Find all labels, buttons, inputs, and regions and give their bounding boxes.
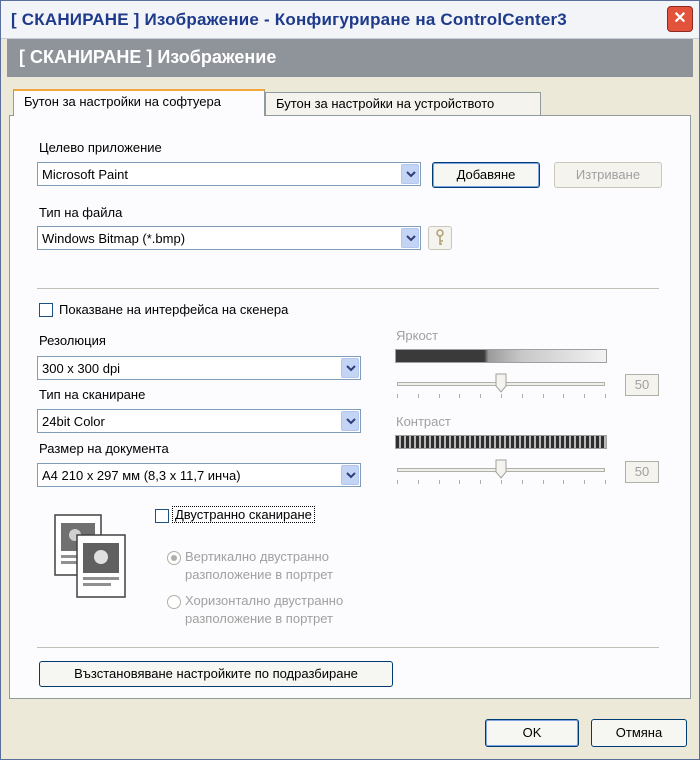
slider-tick [542,394,544,398]
chevron-down-icon[interactable] [401,164,419,184]
slider-tick [584,394,586,398]
tab-software-settings[interactable]: Бутон за настройки на софтуера [13,89,265,116]
slider-tick [480,394,482,398]
brightness-label: Яркост [396,328,439,343]
slider-tick [397,394,398,398]
show-scanner-interface-checkbox[interactable] [39,303,53,317]
target-app-select[interactable]: Microsoft Paint [37,162,421,186]
duplex-horizontal-radio[interactable] [167,595,181,609]
header-strip: [ СКАНИРАНЕ ] Изображение [7,39,693,77]
brightness-slider-thumb[interactable] [495,373,507,393]
dialog-window: [ СКАНИРАНЕ ] Изображение - Конфигуриран… [0,0,700,760]
slider-tick [563,394,565,398]
duplex-vertical-radio[interactable] [167,551,181,565]
duplex-scan-checkbox[interactable] [155,509,169,523]
document-size-select[interactable]: A4 210 x 297 мм (8,3 x 11,7 инча) [37,463,361,487]
duplex-horizontal-line1: Хоризонтално двустранно [185,593,344,608]
slider-tick [459,480,461,484]
title-bar[interactable]: [ СКАНИРАНЕ ] Изображение - Конфигуриран… [1,1,699,39]
tab-panel [9,115,691,699]
document-size-value: A4 210 x 297 мм (8,3 x 11,7 инча) [42,468,241,483]
tab-label: Бутон за настройки на устройството [276,96,495,111]
key-icon[interactable] [428,226,452,250]
slider-tick [438,394,440,398]
contrast-value[interactable]: 50 [625,461,659,483]
resolution-value: 300 x 300 dpi [42,361,121,376]
delete-button[interactable]: Изтриване [554,162,662,188]
slider-tick [542,480,544,484]
tab-device-settings[interactable]: Бутон за настройки на устройството [265,92,541,116]
show-scanner-interface-label: Показване на интерфейса на скенера [59,302,289,317]
resolution-select[interactable]: 300 x 300 dpi [37,356,361,380]
cancel-button[interactable]: Отмяна [591,719,687,747]
chevron-down-icon[interactable] [401,228,419,248]
slider-tick [417,394,419,398]
slider-tick [584,480,586,484]
resolution-label: Резолюция [39,333,106,348]
slider-tick [480,480,482,484]
slider-tick [501,480,502,484]
slider-tick [563,480,565,484]
slider-tick [438,480,440,484]
file-type-select[interactable]: Windows Bitmap (*.bmp) [37,226,421,250]
chevron-down-icon[interactable] [341,465,359,485]
header-title: [ СКАНИРАНЕ ] Изображение [19,47,277,67]
duplex-vertical-line2: разположение в портрет [185,567,333,582]
restore-defaults-button[interactable]: Възстановяване настройките по подразбира… [39,661,393,687]
scan-type-value: 24bit Color [42,414,105,429]
slider-tick [521,480,523,484]
contrast-label: Контраст [396,414,451,429]
scan-type-select[interactable]: 24bit Color [37,409,361,433]
ok-button[interactable]: OK [485,719,579,747]
brightness-preview-bar [395,349,607,363]
tab-label: Бутон за настройки на софтуера [24,94,221,109]
target-app-value: Microsoft Paint [42,167,128,182]
slider-tick [501,394,502,398]
duplex-pages-icon [54,514,126,598]
duplex-vertical-line1: Вертикално двустранно [185,549,329,564]
slider-tick [459,394,461,398]
slider-tick [605,394,606,398]
chevron-down-icon[interactable] [341,411,359,431]
file-type-label: Тип на файла [39,205,123,220]
chevron-down-icon[interactable] [341,358,359,378]
separator [37,647,659,648]
contrast-slider-thumb[interactable] [495,459,507,479]
file-type-value: Windows Bitmap (*.bmp) [42,231,186,246]
add-button[interactable]: Добавяне [432,162,540,188]
duplex-horizontal-line2: разположение в портрет [185,611,333,626]
close-icon[interactable]: ✕ [667,6,693,32]
document-size-label: Размер на документа [39,441,169,456]
scan-type-label: Тип на сканиране [39,387,146,402]
duplex-scan-label: Двустранно сканиране [172,506,315,523]
slider-tick [605,480,606,484]
separator [37,288,659,289]
window-title: [ СКАНИРАНЕ ] Изображение - Конфигуриран… [11,10,567,29]
contrast-preview-bar [395,435,607,449]
brightness-value[interactable]: 50 [625,374,659,396]
slider-tick [417,480,419,484]
slider-tick [397,480,398,484]
target-app-label: Целево приложение [39,140,162,155]
slider-tick [521,394,523,398]
